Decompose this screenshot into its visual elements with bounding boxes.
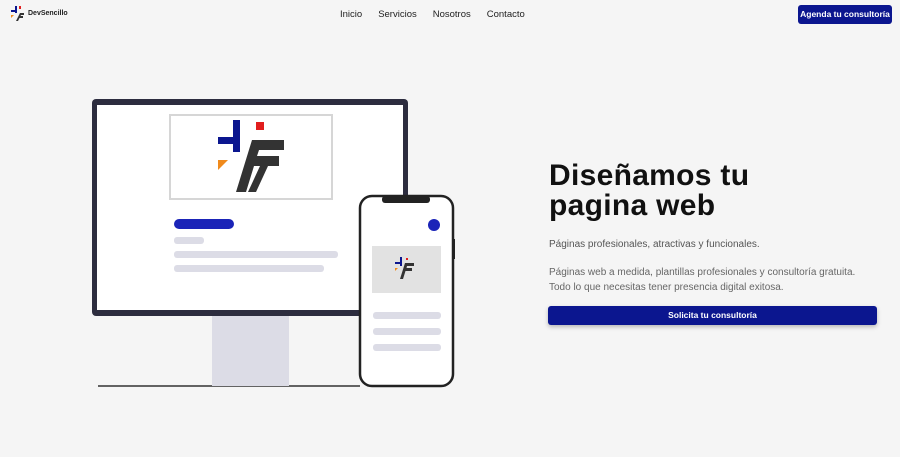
nav-link-contacto[interactable]: Contacto <box>487 9 525 20</box>
main-nav: Inicio Servicios Nosotros Contacto <box>340 9 525 20</box>
hero-title-line2: pagina web <box>549 189 716 222</box>
hero-title: Diseñamos tu pagina web <box>549 161 849 221</box>
monitor-stand <box>212 315 289 386</box>
request-consultation-button[interactable]: Solicita tu consultoría <box>548 306 877 325</box>
nav-link-inicio[interactable]: Inicio <box>340 9 362 20</box>
hero-description: Páginas web a medida, plantillas profesi… <box>549 267 856 293</box>
hero-subtitle: Páginas profesionales, atractivas y func… <box>549 239 760 250</box>
phone-illustration <box>358 194 455 388</box>
nav-link-nosotros[interactable]: Nosotros <box>433 9 471 20</box>
devsencillo-logo-icon <box>11 6 24 21</box>
hero-title-line1: Diseñamos tu <box>549 159 750 192</box>
schedule-consultation-button[interactable]: Agenda tu consultoría <box>798 5 892 24</box>
site-header: DevSencillo Inicio Servicios Nosotros Co… <box>0 0 900 30</box>
nav-link-servicios[interactable]: Servicios <box>378 9 417 20</box>
hero-illustration <box>92 99 455 388</box>
brand[interactable]: DevSencillo <box>11 6 68 21</box>
brand-name: DevSencillo <box>28 10 68 17</box>
